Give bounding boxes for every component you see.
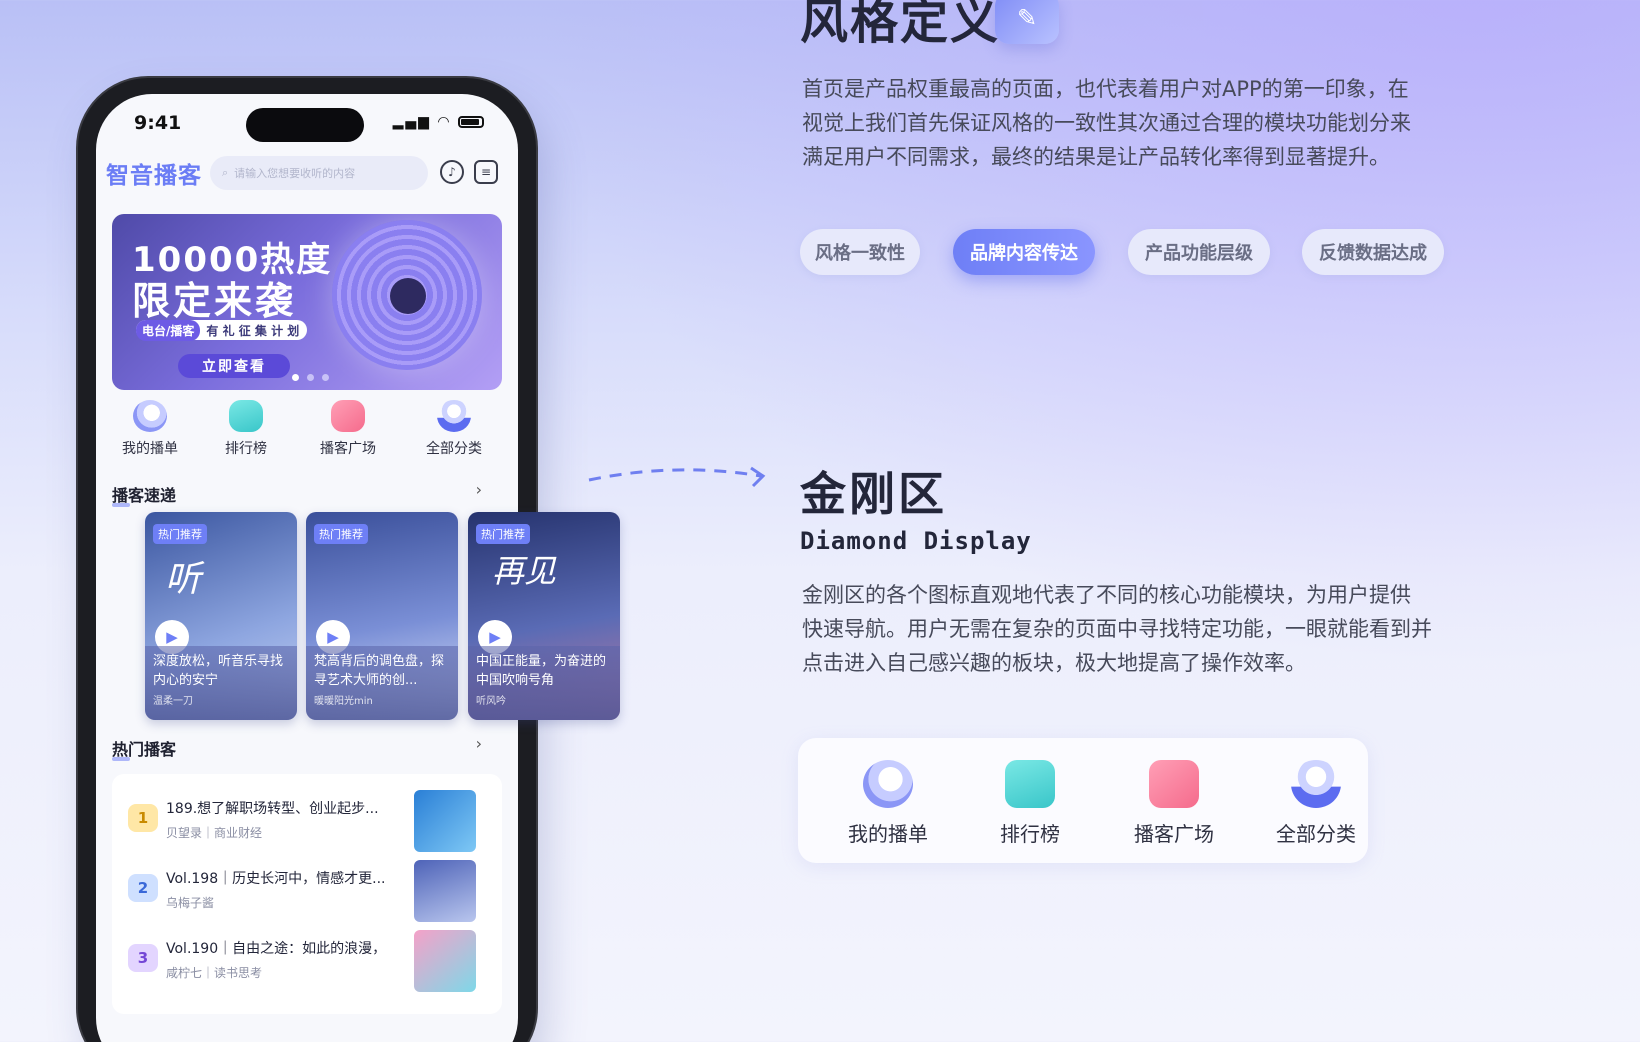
cover-art-image: 听 [165,559,202,600]
hot-badge: 热门推荐 [314,524,368,544]
carousel-dots[interactable] [292,374,329,381]
search-placeholder: 请输入您想要收听的内容 [234,167,356,180]
card-info: 深度放松，听音乐寻找内心的安宁 温柔一刀 [145,646,297,720]
dynamic-island [246,108,364,142]
list-item[interactable]: 2 Vol.198｜历史长河中，情感才更... 乌梅子酱 [124,860,494,930]
diamond-section-subtitle: Diamond Display [800,527,1032,555]
banner-tag: 电台/播客 有 礼 征 集 计 划 [136,319,308,341]
cover-thumbnail [414,860,476,922]
storage-icon[interactable]: ≡ [474,160,498,184]
list-item[interactable]: 1 189.想了解职场转型、创业起步... 贝望录｜商业财经 [124,790,494,860]
battery-icon [458,116,484,128]
desc-line: 点击进入自己感兴趣的板块，极大地提高了操作效率。 [802,651,1306,675]
dashed-arrow-icon [588,466,766,488]
diamond-item-podcast-square[interactable]: 播客广场 [1114,760,1234,847]
list-item[interactable]: 3 Vol.190｜自由之途：如此的浪漫， 咸柠七｜读书思考 [124,930,494,1000]
card-title: 梵高背后的调色盘，探寻艺术大师的创... [314,654,445,688]
card-info: 梵高背后的调色盘，探寻艺术大师的创... 暖暖阳光min [306,646,458,720]
brush-icon: ✎ [995,0,1059,44]
ranking-icon [1005,760,1055,808]
podcast-card[interactable]: 听 热门推荐 ▶ 深度放松，听音乐寻找内心的安宁 温柔一刀 [145,512,297,720]
podcast-square-icon [331,400,365,432]
all-categories-icon [1291,760,1341,808]
diamond-item-label: 全部分类 [1276,822,1356,846]
ranking-icon [229,400,263,432]
chevron-right-icon[interactable]: › [476,734,482,753]
hot-badge: 热门推荐 [476,524,530,544]
diamond-display-card: 我的播单 排行榜 播客广场 全部分类 [798,738,1368,863]
cover-thumbnail [414,930,476,992]
podcast-square-icon [1149,760,1199,808]
app-logo: 智音播客 [106,163,202,189]
pill-brand-content[interactable]: 品牌内容传达 [953,229,1095,275]
diamond-item-all-categories[interactable]: 全部分类 [1256,760,1376,847]
style-description: 首页是产品权重最高的页面，也代表着用户对APP的第一印象，在 视觉上我们首先保证… [802,72,1482,174]
kingkong-item-ranking[interactable]: 排行榜 [206,400,286,458]
hot-meta: 咸柠七｜读书思考 [166,966,263,980]
kingkong-item-all-categories[interactable]: 全部分类 [414,400,494,458]
playlist-icon [133,400,167,432]
card-author: 听风吟 [476,696,506,707]
desc-line: 金刚区的各个图标直观地代表了不同的核心功能模块，为用户提供 [802,583,1411,607]
podcast-card[interactable]: 再见 热门推荐 ▶ 中国正能量，为奋进的中国吹响号角 听风吟 [468,512,620,720]
card-title: 深度放松，听音乐寻找内心的安宁 [153,654,284,688]
playlist-icon [863,760,913,808]
voice-icon[interactable]: ♪ [440,160,464,184]
hot-meta: 贝望录｜商业财经 [166,826,263,840]
style-definition-title: 风格定义 [800,0,1001,50]
pill-product-hierarchy[interactable]: 产品功能层级 [1128,229,1270,275]
hot-badge: 热门推荐 [153,524,207,544]
search-input[interactable]: ⌕ 请输入您想要收听的内容 [210,156,428,190]
diamond-item-label: 播客广场 [1134,822,1214,846]
desc-line: 满足用户不同需求，最终的结果是让产品转化率得到显著提升。 [802,145,1390,169]
rank-badge: 2 [128,874,158,902]
hot-meta: 乌梅子酱 [166,896,215,910]
hot-title: Vol.190｜自由之途：如此的浪漫， [166,941,387,957]
search-icon: ⌕ [222,166,229,179]
desc-line: 首页是产品权重最高的页面，也代表着用户对APP的第一印象，在 [802,77,1409,101]
diamond-item-playlist[interactable]: 我的播单 [828,760,948,847]
podcast-card[interactable]: 热门推荐 ▶ 梵高背后的调色盘，探寻艺术大师的创... 暖暖阳光min [306,512,458,720]
desc-line: 视觉上我们首先保证风格的一致性其次通过合理的模块功能划分来 [802,111,1411,135]
promo-banner[interactable]: 10000热度 限定来袭 电台/播客 有 礼 征 集 计 划 立即查看 [112,214,502,390]
pill-style-consistency[interactable]: 风格一致性 [800,229,920,275]
status-icons: ▂▄▆ ◠ [393,114,484,130]
diamond-description: 金刚区的各个图标直观地代表了不同的核心功能模块，为用户提供 快速导航。用户无需在… [802,578,1502,680]
pill-feedback-data[interactable]: 反馈数据达成 [1302,229,1444,275]
diamond-section-title: 金刚区 [800,467,947,521]
hot-title: 189.想了解职场转型、创业起步... [166,801,379,817]
kingkong-label: 播客广场 [320,441,376,457]
card-info: 中国正能量，为奋进的中国吹响号角 听风吟 [468,646,620,720]
rank-badge: 3 [128,944,158,972]
card-title: 中国正能量，为奋进的中国吹响号角 [476,654,607,688]
kingkong-label: 排行榜 [225,441,267,457]
chevron-right-icon[interactable]: › [476,480,482,499]
cover-thumbnail [414,790,476,852]
kingkong-label: 全部分类 [426,441,482,457]
section-title-quick: 播客速递 [112,482,176,507]
kingkong-item-playlist[interactable]: 我的播单 [110,400,190,458]
diamond-item-label: 我的播单 [848,822,928,846]
hot-title: Vol.198｜历史长河中，情感才更... [166,871,386,887]
cover-art-image: 再见 [492,552,557,590]
diamond-item-ranking[interactable]: 排行榜 [970,760,1090,847]
banner-tag-text: 有 礼 征 集 计 划 [206,323,300,338]
desc-line: 快速导航。用户无需在复杂的页面中寻找特定功能，一眼就能看到并 [802,617,1432,641]
status-time: 9:41 [134,112,182,134]
card-author: 温柔一刀 [153,696,193,707]
banner-headline-2: 限定来袭 [132,279,297,323]
section-title-hot: 热门播客 [112,736,176,761]
kingkong-item-podcast-square[interactable]: 播客广场 [308,400,388,458]
wifi-icon: ◠ [437,114,452,130]
all-categories-icon [437,400,471,432]
signal-icon: ▂▄▆ [392,114,431,130]
rank-badge: 1 [128,804,158,832]
vinyl-disc-image [332,220,482,370]
banner-tag-highlight: 电台/播客 [136,319,201,341]
diamond-item-label: 排行榜 [1000,822,1060,846]
hot-podcast-list: 1 189.想了解职场转型、创业起步... 贝望录｜商业财经 2 Vol.198… [112,774,502,1014]
kingkong-label: 我的播单 [122,441,178,457]
view-now-button[interactable]: 立即查看 [178,354,290,378]
card-author: 暖暖阳光min [314,696,373,707]
